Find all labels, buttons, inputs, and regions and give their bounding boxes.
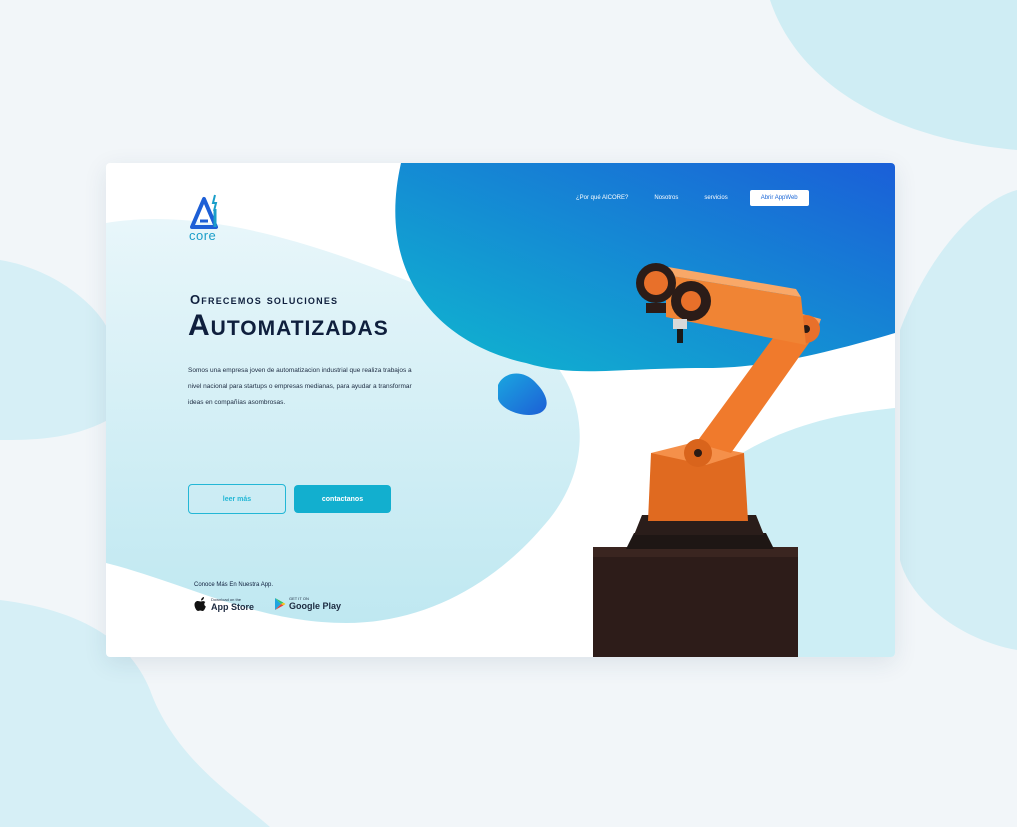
hero-eyebrow: Ofrecemos soluciones — [190, 292, 339, 307]
google-play-label: Google Play — [289, 601, 342, 611]
google-play-icon — [275, 597, 286, 610]
app-caption: Conoce Más En Nuestra App. — [194, 582, 274, 588]
nav-link-why-aicore[interactable]: ¿Por qué AICORE? — [576, 195, 628, 201]
nav-link-servicios[interactable]: servicios — [704, 195, 727, 201]
logo-text: core — [189, 228, 217, 243]
top-nav: ¿Por qué AICORE? Nosotros servicios Abri… — [576, 190, 835, 206]
apple-icon — [194, 597, 206, 611]
read-more-button[interactable]: leer más — [188, 484, 286, 514]
robot-arm-illustration — [593, 263, 821, 657]
open-appweb-button[interactable]: Abrir AppWeb — [749, 190, 809, 206]
app-store-badge[interactable]: Download on the App Store — [194, 596, 254, 612]
app-store-label: App Store — [211, 601, 255, 612]
hero-card: core ¿Por qué AICORE? Nosotros servicios… — [106, 163, 895, 657]
google-play-badge[interactable]: GET IT ON Google Play — [274, 596, 341, 611]
hero-description: Somos una empresa joven de automatizacio… — [188, 367, 412, 406]
hero-title: Automatizadas — [188, 309, 389, 342]
contact-button[interactable]: contactanos — [294, 485, 391, 513]
nav-link-nosotros[interactable]: Nosotros — [654, 195, 678, 201]
